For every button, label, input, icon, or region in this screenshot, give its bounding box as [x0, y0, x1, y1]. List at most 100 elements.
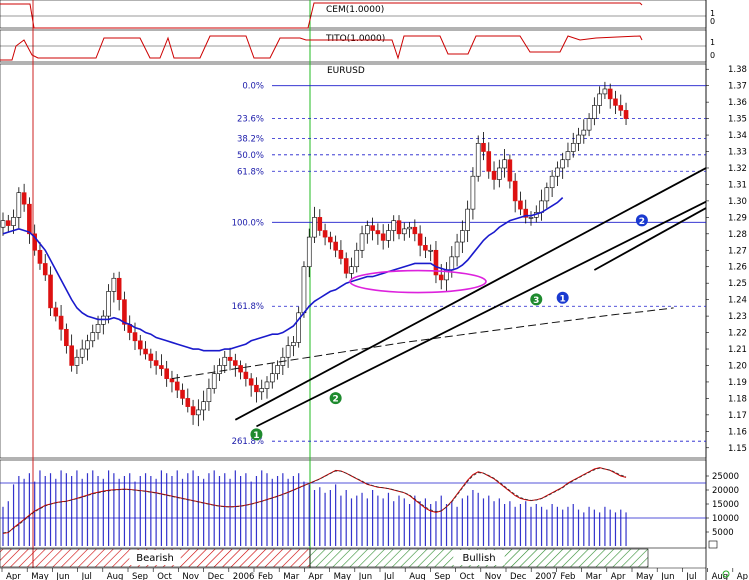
price-tick-label: 1.17: [728, 411, 747, 421]
fib-label: 161.8%: [232, 302, 264, 312]
price-tick-label: 1.36: [728, 98, 747, 108]
time-tick-label: Mar: [283, 572, 300, 580]
price-tick-label: 1.19: [728, 378, 747, 388]
candle-body: [528, 217, 534, 219]
candle-body: [391, 220, 397, 231]
indicator-tick: 0: [710, 51, 715, 60]
candle-body: [137, 340, 143, 350]
time-tick-label: Jun: [660, 572, 674, 580]
time-tick-label: Jul: [685, 572, 696, 580]
candle-body: [69, 345, 74, 366]
fib-label: 23.6%: [237, 115, 264, 125]
candle-body: [396, 220, 402, 235]
chart-svg: CEM(1.0000) 1 0 TITO(1.0000) 1 0 0.0% 23.6% 38.…: [0, 0, 749, 580]
indicator-tick: 1: [710, 38, 715, 47]
candle-body: [312, 217, 317, 238]
candle-body: [153, 360, 159, 366]
candle-body: [322, 230, 328, 238]
time-tick-label: May: [636, 572, 654, 580]
time-tick-label: Oct: [157, 572, 172, 580]
candle-body: [507, 159, 513, 182]
time-tick-label: Jun: [358, 572, 372, 580]
marker-label: 2: [333, 395, 339, 405]
candle-body: [470, 175, 476, 210]
candle-body: [111, 277, 117, 292]
time-tick-label: Mar: [586, 572, 603, 580]
time-tick-label: Oct: [460, 572, 475, 580]
time-tick-label: Jul: [81, 572, 92, 580]
price-tick-label: 1.28: [728, 230, 747, 240]
time-tick-label: May: [31, 572, 49, 580]
price-tick-label: 1.25: [728, 279, 747, 289]
volume-tick-label: 15000: [712, 500, 739, 510]
candle-body: [475, 142, 481, 177]
candle-body: [555, 167, 560, 177]
candle-body: [37, 249, 43, 264]
candle-body: [42, 263, 48, 276]
candle-body: [21, 192, 27, 205]
candle-body: [174, 381, 180, 391]
time-tick-label: Aug: [409, 572, 426, 580]
volume-tick-label: 20000: [712, 486, 739, 496]
price-tick-label: 1.38: [728, 65, 747, 75]
price-tick-label: 1.15: [728, 444, 747, 454]
time-tick-label: Nov: [485, 572, 502, 580]
candle-body: [11, 217, 16, 226]
price-tick-label: 1.34: [728, 131, 747, 141]
candle-body: [460, 230, 465, 243]
volume-tick-label: 5000: [712, 528, 734, 538]
price-tick-label: 1.22: [728, 329, 747, 339]
candle-body: [401, 228, 407, 235]
candle-body: [333, 241, 338, 251]
candle-body: [449, 256, 455, 271]
candle-body: [190, 406, 196, 416]
candle-body: [602, 88, 608, 95]
candle-body: [380, 233, 386, 241]
price-tick-label: 1.21: [728, 345, 747, 355]
candle-body: [417, 233, 423, 246]
candle-body: [328, 236, 333, 243]
candle-body: [227, 356, 233, 361]
candle-body: [122, 299, 127, 325]
candle-body: [486, 151, 492, 172]
candle-body: [238, 365, 243, 373]
price-tick-label: 1.29: [728, 213, 747, 223]
candle-body: [164, 368, 169, 379]
candle-body: [613, 98, 618, 106]
candle-body: [259, 388, 265, 393]
candle-body: [502, 159, 507, 169]
price-tick-label: 1.26: [728, 263, 747, 273]
candle-body: [264, 381, 270, 389]
candle-body: [254, 384, 259, 393]
price-tick-label: 1.31: [728, 180, 747, 190]
volume-tick-label: 25000: [712, 472, 739, 482]
candle-body: [53, 307, 59, 317]
candle-body: [428, 249, 433, 252]
candle-body: [74, 356, 80, 366]
candle-body: [365, 225, 370, 235]
corner-box: [708, 540, 718, 549]
candle-body: [90, 332, 96, 342]
candle-body: [570, 142, 576, 152]
candle-body: [618, 105, 624, 111]
candle-body: [481, 142, 486, 152]
marker-label: 2: [639, 217, 645, 227]
time-tick-label: May: [334, 572, 352, 580]
time-tick-label: Feb: [560, 572, 575, 580]
time-tick-label: Dec: [208, 572, 225, 580]
candle-body: [269, 373, 275, 383]
price-tick-label: 1.27: [728, 246, 747, 256]
time-tick-label: Ap: [737, 572, 748, 580]
candle-body: [16, 192, 22, 218]
candle-body: [349, 266, 354, 274]
candle-body: [159, 365, 164, 370]
candle-body: [560, 159, 565, 169]
price-tick-label: 1.24: [728, 296, 747, 306]
candle-body: [407, 226, 412, 230]
candle-body: [465, 208, 470, 231]
time-tick-label: Jul: [383, 572, 394, 580]
candle-body: [58, 315, 64, 330]
candle-body: [222, 356, 228, 366]
candle-body: [116, 277, 122, 300]
candle-body: [301, 266, 307, 314]
